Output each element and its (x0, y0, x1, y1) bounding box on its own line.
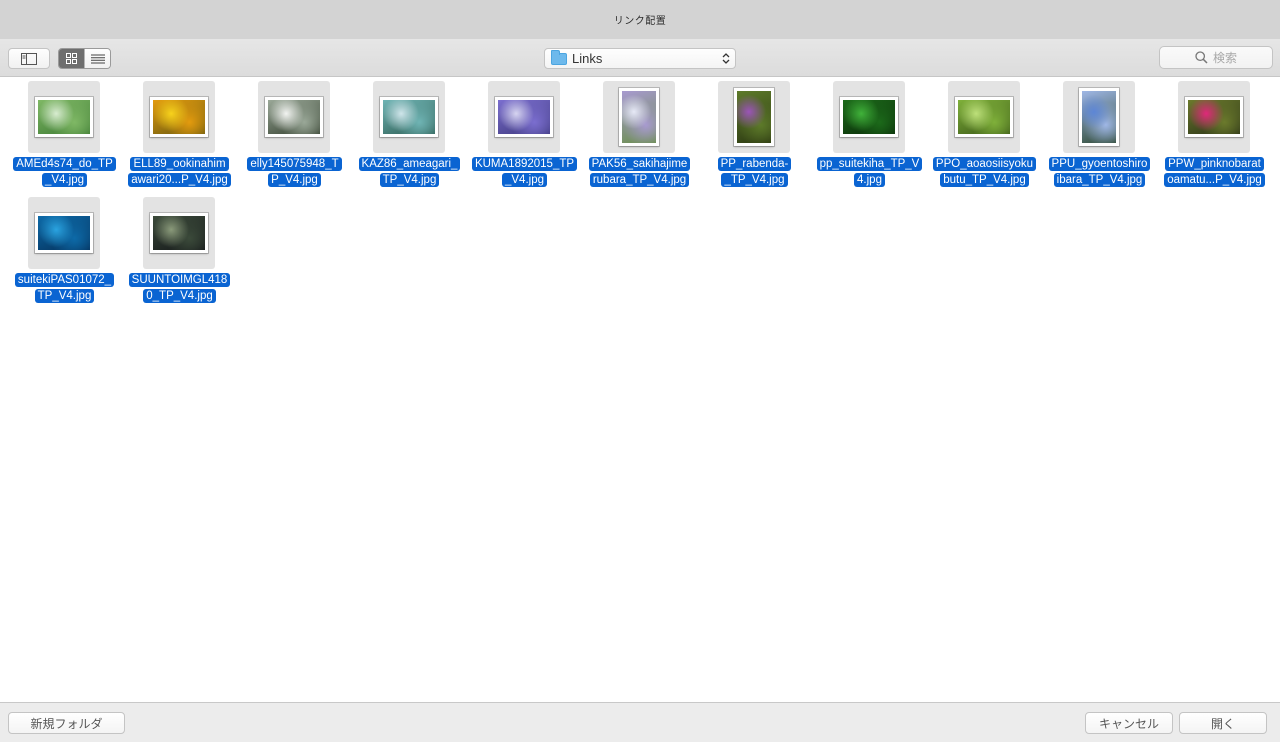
chevron-updown-icon (722, 53, 730, 64)
file-name-label: KAZ86_ameagari_ TP_V4.jpg (352, 156, 467, 188)
file-name-label: PAK56_sakihajime rubara_TP_V4.jpg (582, 156, 697, 188)
image-preview (840, 97, 898, 137)
title-bar: リンク配置 (0, 0, 1280, 40)
image-preview (35, 97, 93, 137)
image-preview (619, 88, 659, 146)
image-preview (1185, 97, 1243, 137)
location-label: Links (572, 51, 603, 66)
file-thumbnail[interactable] (948, 81, 1020, 153)
search-field[interactable]: 検索 (1159, 46, 1273, 69)
image-preview (265, 97, 323, 137)
file-thumbnail[interactable] (1063, 81, 1135, 153)
file-name-label: PPU_gyoentoshiro ibara_TP_V4.jpg (1042, 156, 1157, 188)
file-name-label: suitekiPAS01072_ TP_V4.jpg (7, 272, 122, 304)
image-preview (150, 97, 208, 137)
file-thumbnail[interactable] (1178, 81, 1250, 153)
file-name-label: ELL89_ookinahim awari20...P_V4.jpg (122, 156, 237, 188)
file-thumbnail[interactable] (718, 81, 790, 153)
file-thumbnail[interactable] (488, 81, 560, 153)
image-preview (955, 97, 1013, 137)
open-button[interactable]: 開く (1179, 712, 1267, 734)
image-preview (150, 213, 208, 253)
file-thumbnail[interactable] (373, 81, 445, 153)
search-placeholder: 検索 (1212, 51, 1237, 65)
image-preview (35, 213, 93, 253)
file-name-label: elly145075948_T P_V4.jpg (237, 156, 352, 188)
folder-icon (551, 49, 567, 65)
footer-bar: 新規フォルダ キャンセル 開く (0, 702, 1280, 742)
file-name-label: PPW_pinknobarat oamatu...P_V4.jpg (1157, 156, 1272, 188)
image-preview (495, 97, 553, 137)
cancel-button[interactable]: キャンセル (1085, 712, 1173, 734)
sidebar-toggle-button[interactable] (8, 48, 50, 69)
icon-view-button[interactable] (59, 49, 84, 68)
file-name-label: KUMA1892015_TP _V4.jpg (467, 156, 582, 188)
file-thumbnail[interactable] (603, 81, 675, 153)
window-title: リンク配置 (613, 15, 667, 27)
image-preview (1079, 88, 1119, 146)
file-name-label: PP_rabenda- _TP_V4.jpg (697, 156, 812, 188)
file-name-label: AMEd4s74_do_TP _V4.jpg (7, 156, 122, 188)
sidebar-icon (21, 52, 37, 65)
grid-icon (66, 53, 77, 64)
new-folder-button[interactable]: 新規フォルダ (8, 712, 125, 734)
file-thumbnail[interactable] (143, 197, 215, 269)
toolbar: Links 検索 (0, 39, 1280, 77)
file-name-label: SUUNTOIMGL418 0_TP_V4.jpg (122, 272, 237, 304)
location-popup[interactable]: Links (544, 48, 736, 69)
file-thumbnail[interactable] (833, 81, 905, 153)
image-preview (380, 97, 438, 137)
list-icon (90, 54, 105, 63)
file-name-label: PPO_aoaosiisyoku butu_TP_V4.jpg (927, 156, 1042, 188)
file-thumbnail[interactable] (28, 197, 100, 269)
file-thumbnail[interactable] (143, 81, 215, 153)
image-preview (734, 88, 774, 146)
file-name-label: pp_suitekiha_TP_V 4.jpg (812, 156, 927, 188)
search-icon (1195, 51, 1208, 64)
view-mode-control (58, 48, 111, 69)
file-thumbnail[interactable] (258, 81, 330, 153)
file-grid: AMEd4s74_do_TP _V4.jpg ELL89_ookinahim awar… (0, 77, 1280, 702)
file-thumbnail[interactable] (28, 81, 100, 153)
list-view-button[interactable] (84, 49, 110, 68)
link-placement-dialog: リンク配置 Links 検索 AMEd4s74_do_TP _V4.jpg EL… (0, 0, 1280, 742)
